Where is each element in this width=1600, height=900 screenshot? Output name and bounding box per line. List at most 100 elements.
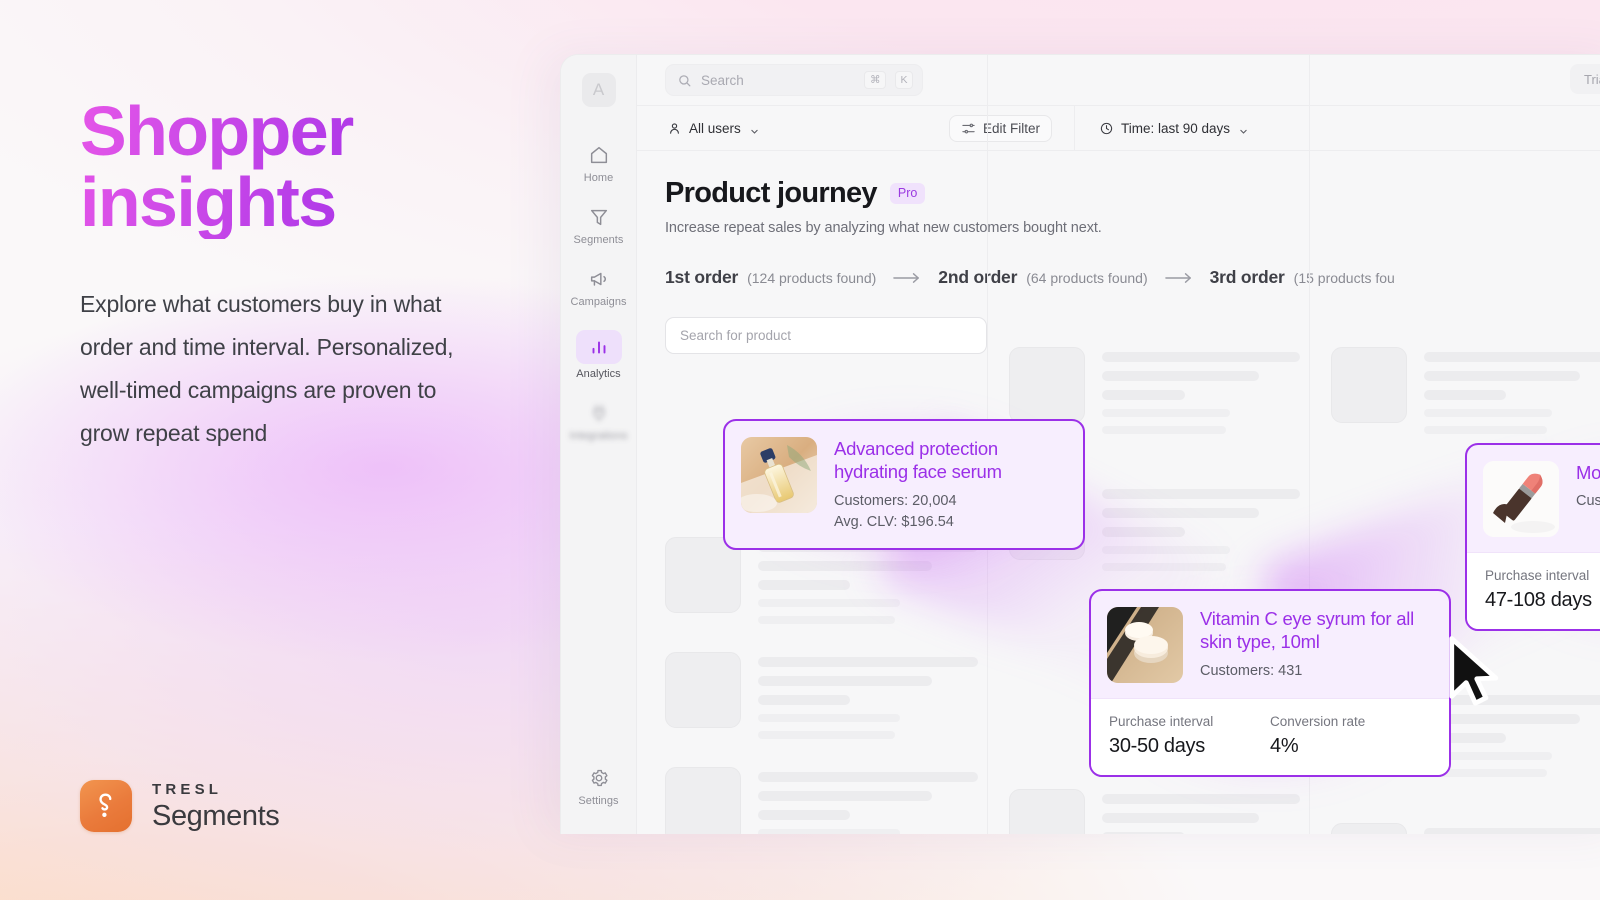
- bar-chart-icon: [588, 336, 610, 358]
- product-card-header: Modern lipstick Customer: [1467, 445, 1600, 552]
- headline-line-2: insights: [80, 163, 336, 242]
- product-card-info: Modern lipstick Customer: [1576, 461, 1600, 513]
- shortcut-letter-key: K: [894, 71, 913, 89]
- product-customers: Customers: 431: [1200, 662, 1303, 679]
- product-customers: Customer: [1576, 493, 1600, 510]
- journey-columns: Advanced protection hydrating face serum…: [637, 55, 1600, 834]
- thumbnail-placeholder: [1009, 789, 1085, 834]
- avatar[interactable]: A: [581, 73, 616, 107]
- search-input[interactable]: [701, 72, 856, 88]
- list-item[interactable]: [665, 652, 987, 739]
- gear-icon: [588, 767, 610, 789]
- column-header-3rd-order: 3rd order (15 products fou: [1210, 267, 1395, 288]
- product-card-header: Vitamin C eye syrum for all skin type, 1…: [1091, 591, 1449, 698]
- product-card-header: Advanced protection hydrating face serum…: [725, 421, 1083, 548]
- stat-purchase-interval: Purchase interval 47-108 days: [1485, 568, 1600, 612]
- face-serum-photo: [741, 437, 817, 513]
- list-item[interactable]: [665, 767, 987, 834]
- brand-logo: TRESL Segments: [80, 780, 280, 832]
- list-item[interactable]: [1009, 789, 1309, 834]
- product-card-info: Advanced protection hydrating face serum…: [834, 437, 1067, 533]
- edit-filter-label: Edit Filter: [982, 120, 1040, 136]
- page-title-row: Product journey Pro: [665, 177, 1600, 210]
- sidebar-label-home: Home: [583, 172, 614, 184]
- text-placeholder-group: [1102, 789, 1309, 834]
- product-card-stats: Purchase interval 47-108 days: [1467, 552, 1600, 629]
- stat-value: 4%: [1270, 735, 1299, 757]
- product-name: Modern lipstick: [1576, 462, 1600, 483]
- global-search[interactable]: ⌘ K: [665, 64, 923, 96]
- megaphone-icon: [588, 268, 610, 290]
- product-name: Vitamin C eye syrum for all skin type, 1…: [1200, 608, 1414, 653]
- sidebar-label-analytics: Analytics: [576, 368, 621, 380]
- logo-product: Segments: [152, 799, 280, 832]
- product-name: Advanced protection hydrating face serum: [834, 438, 1002, 483]
- home-icon: [588, 144, 610, 166]
- page-title: Shopper insights: [80, 96, 520, 239]
- stat-purchase-interval: Purchase interval 30-50 days: [1109, 714, 1270, 758]
- pro-badge: Pro: [889, 182, 926, 205]
- list-item[interactable]: [1330, 823, 1600, 834]
- stat-value: 47-108 days: [1485, 589, 1592, 611]
- edit-filter-button[interactable]: Edit Filter: [948, 114, 1052, 142]
- chevron-down-icon-time: [1239, 124, 1248, 134]
- stat-label: Purchase interval: [1485, 568, 1590, 583]
- headline-line-1: Shopper: [80, 92, 353, 170]
- chevron-down-icon: [750, 124, 759, 134]
- product-card-serum[interactable]: Advanced protection hydrating face serum…: [723, 419, 1085, 550]
- lipstick-photo: [1483, 461, 1559, 537]
- list-item[interactable]: [1330, 347, 1600, 434]
- product-search-input[interactable]: [680, 328, 972, 343]
- shortcut-modifier-key: ⌘: [864, 71, 886, 89]
- column-1st-order: [637, 317, 987, 834]
- product-card-stats: Purchase interval 30-50 days Conversion …: [1091, 698, 1449, 775]
- sidebar-item-analytics[interactable]: Analytics: [568, 323, 630, 385]
- time-range-selector[interactable]: Time: last 90 days: [1097, 117, 1250, 140]
- page-subtitle: Increase repeat sales by analyzing what …: [665, 220, 1102, 236]
- text-placeholder-group: [1423, 347, 1600, 434]
- audience-filter-group: All users: [665, 117, 761, 140]
- arrow-right-icon-1: [893, 271, 921, 285]
- stat-label: Purchase interval: [1109, 714, 1214, 729]
- order-column-headers: 1st order (124 products found) 2nd order…: [637, 236, 1600, 288]
- trial-status-badge[interactable]: Trial ends in 2 d: [1569, 64, 1600, 94]
- sidebar-item-campaigns[interactable]: Campaigns: [568, 261, 630, 313]
- analytics-active-pill: [575, 330, 622, 364]
- column-2-name: 2nd order: [938, 267, 1018, 287]
- text-placeholder-group: [1423, 823, 1600, 834]
- text-placeholder-group: [758, 767, 987, 834]
- product-card-info: Vitamin C eye syrum for all skin type, 1…: [1200, 607, 1433, 682]
- sidebar-item-integrations[interactable]: Integrations: [568, 395, 630, 447]
- user-icon: [667, 121, 682, 136]
- text-placeholder-group: [758, 652, 987, 739]
- product-customers: Customers: 20,004: [834, 492, 957, 509]
- audience-selector[interactable]: All users: [665, 117, 761, 140]
- thumbnail-placeholder: [1009, 347, 1085, 423]
- column-2-count: (64 products found): [1026, 270, 1148, 286]
- audience-label: All users: [689, 120, 741, 136]
- sidebar-item-segments[interactable]: Segments: [568, 199, 630, 251]
- logo-brand: TRESL: [152, 780, 223, 798]
- product-search[interactable]: [665, 317, 987, 354]
- sidebar-item-home[interactable]: Home: [568, 137, 630, 189]
- sidebar-label-segments: Segments: [573, 234, 624, 246]
- page-header: Product journey Pro Increase repeat sale…: [637, 151, 1600, 236]
- search-icon: [677, 73, 692, 88]
- stat-label: Conversion rate: [1270, 714, 1366, 729]
- funnel-icon: [588, 206, 610, 228]
- sidebar-label-integrations: Integrations: [569, 430, 628, 442]
- marketing-body-text: Explore what customers buy in what order…: [80, 290, 454, 446]
- thumbnail-placeholder: [1330, 347, 1407, 423]
- product-journey-title: Product journey: [665, 177, 878, 209]
- topbar: ⌘ K Trial ends in 2 d: [637, 55, 1600, 105]
- filter-divider: [1073, 105, 1075, 151]
- main-content: ⌘ K Trial ends in 2 d All users: [637, 55, 1600, 834]
- filter-bar: All users Edit Filter Time: last 90 days: [637, 105, 1600, 151]
- thumbnail-placeholder: [665, 652, 741, 728]
- product-card-lipstick[interactable]: Modern lipstick Customer Purchase interv…: [1465, 443, 1600, 631]
- list-item[interactable]: [665, 537, 987, 624]
- sidebar-item-settings[interactable]: Settings: [568, 760, 630, 812]
- sliders-icon: [961, 121, 976, 136]
- product-card-vitamin-c[interactable]: Vitamin C eye syrum for all skin type, 1…: [1089, 589, 1451, 777]
- thumbnail-placeholder: [665, 767, 741, 834]
